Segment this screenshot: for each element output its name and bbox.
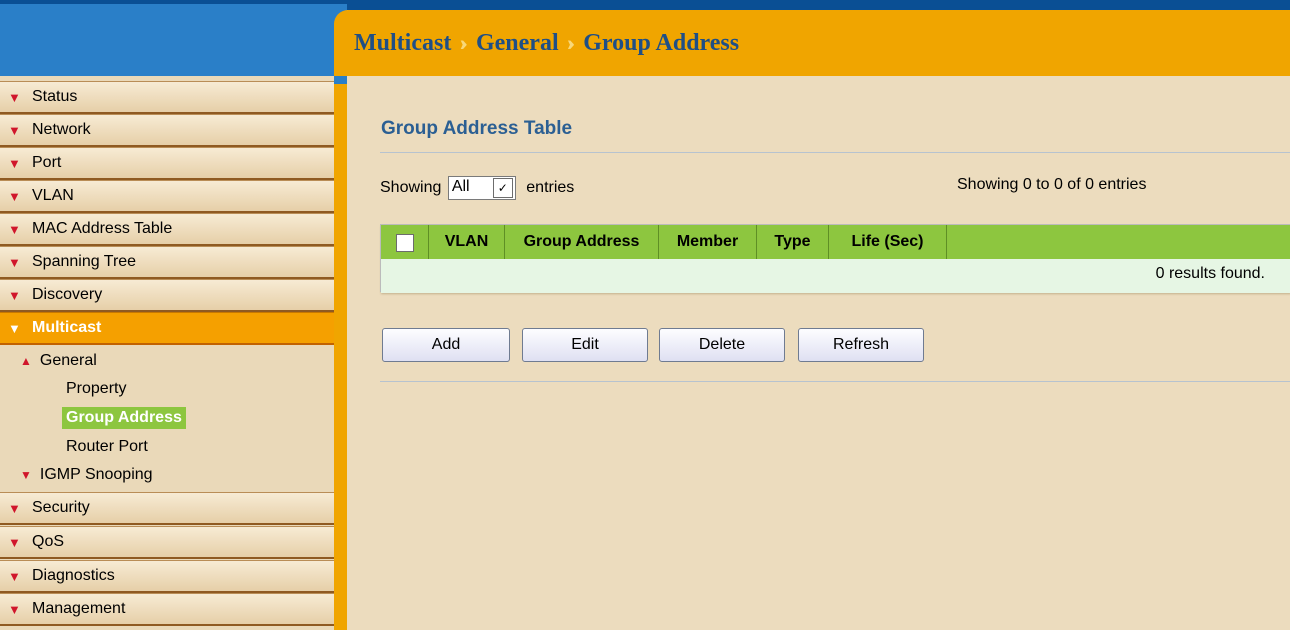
- column-header-member[interactable]: Member: [659, 225, 757, 259]
- sidebar-item-label: MAC Address Table: [32, 220, 173, 237]
- sidebar-item-label: Diagnostics: [32, 567, 115, 584]
- entries-select[interactable]: All ✓: [447, 176, 516, 200]
- group-address-table: VLAN Group Address Member Type Life (Sec…: [380, 224, 1290, 293]
- chevron-down-icon: ▼: [8, 156, 21, 171]
- chevron-down-icon: ▼: [8, 501, 21, 516]
- chevron-down-icon: ▼: [8, 569, 21, 584]
- sidebar-subitem-router-port[interactable]: Router Port: [66, 436, 148, 458]
- column-header-vlan[interactable]: VLAN: [429, 225, 505, 259]
- chevron-down-icon: ▼: [8, 255, 21, 270]
- chevron-down-icon: ▼: [20, 468, 32, 482]
- top-left-banner: [0, 0, 347, 84]
- breadcrumb: Multicast ›› General ›› Group Address: [354, 30, 739, 57]
- breadcrumb-separator-icon: ››: [566, 30, 575, 55]
- sidebar-subitem-igmp-snooping[interactable]: ▼ IGMP Snooping: [20, 464, 153, 486]
- sidebar-item-management[interactable]: ▼ Management: [0, 593, 334, 626]
- table-header-select: [381, 225, 429, 259]
- column-header-life[interactable]: Life (Sec): [829, 225, 947, 259]
- sidebar-item-multicast[interactable]: ▼ Multicast: [0, 312, 334, 345]
- showing-prefix: Showing: [380, 179, 442, 197]
- chevron-up-icon: ▲: [20, 354, 32, 368]
- content-divider: [380, 381, 1290, 382]
- showing-summary: Showing 0 to 0 of 0 entries: [957, 176, 1147, 193]
- sidebar-item-spanning-tree[interactable]: ▼ Spanning Tree: [0, 246, 334, 279]
- table-body: 0 results found.: [381, 259, 1290, 293]
- sidebar-item-label: QoS: [32, 533, 65, 550]
- sidebar-item-status[interactable]: ▼ Status: [0, 81, 334, 114]
- chevron-down-icon: ▼: [8, 189, 21, 204]
- sidebar-item-mac-address-table[interactable]: ▼ MAC Address Table: [0, 213, 334, 246]
- sidebar-item-label: Port: [32, 154, 62, 171]
- sidebar-item-label: Multicast: [32, 319, 102, 336]
- edit-button[interactable]: Edit: [522, 328, 648, 362]
- chevron-down-icon: ▼: [8, 602, 21, 617]
- sidebar-item-label: VLAN: [32, 187, 74, 204]
- sidebar-divider: [334, 84, 347, 630]
- chevron-down-icon: ▼: [8, 535, 21, 550]
- delete-button[interactable]: Delete: [659, 328, 785, 362]
- chevron-down-icon: ▼: [8, 288, 21, 303]
- breadcrumb-item-multicast: Multicast: [354, 30, 452, 56]
- sidebar-item-qos[interactable]: ▼ QoS: [0, 526, 334, 559]
- sidebar-item-label: Network: [32, 121, 91, 138]
- column-header-group-address[interactable]: Group Address: [505, 225, 659, 259]
- sidebar-subitem-group-address[interactable]: Group Address: [62, 407, 186, 429]
- main-content: Group Address Table Showing All ✓ entries…: [347, 76, 1290, 630]
- sidebar-item-label: Status: [32, 88, 78, 105]
- chevron-down-icon: ▼: [8, 90, 21, 105]
- sidebar-item-label: Spanning Tree: [32, 253, 137, 270]
- sidebar-item-discovery[interactable]: ▼ Discovery: [0, 279, 334, 312]
- chevron-down-icon: ▼: [8, 321, 21, 336]
- sidebar: ▼ Status ▼ Network ▼ Port ▼ VLAN ▼ MAC Addres…: [0, 76, 334, 630]
- breadcrumb-item-general: General: [475, 30, 559, 56]
- sidebar-subitem-property[interactable]: Property: [66, 378, 126, 400]
- sidebar-subitem-general[interactable]: ▲ General: [20, 350, 97, 372]
- page-title: Group Address Table: [381, 118, 573, 139]
- header-top-strip: [347, 0, 1290, 10]
- breadcrumb-item-group-address: Group Address: [583, 30, 740, 56]
- breadcrumb-separator-icon: ››: [459, 30, 467, 55]
- page-header: Multicast ›› General ›› Group Address: [334, 10, 1290, 76]
- sidebar-item-label: Security: [32, 499, 90, 516]
- refresh-button[interactable]: Refresh: [798, 328, 924, 362]
- showing-suffix: entries: [526, 179, 575, 197]
- empty-table-message: 0 results found.: [1155, 265, 1265, 282]
- chevron-down-icon: ✓: [492, 178, 513, 198]
- sidebar-item-label: Discovery: [32, 286, 103, 303]
- sidebar-item-label: Management: [32, 600, 126, 617]
- entries-select-value: All: [451, 178, 470, 195]
- chevron-down-icon: ▼: [8, 123, 21, 138]
- chevron-down-icon: ▼: [8, 222, 21, 237]
- select-all-checkbox[interactable]: [396, 234, 414, 252]
- sidebar-item-vlan[interactable]: ▼ VLAN: [0, 180, 334, 213]
- sidebar-item-network[interactable]: ▼ Network: [0, 114, 334, 147]
- table-header: VLAN Group Address Member Type Life (Sec…: [381, 225, 1290, 259]
- sidebar-item-port[interactable]: ▼ Port: [0, 147, 334, 180]
- title-divider: [380, 152, 1290, 153]
- add-button[interactable]: Add: [382, 328, 510, 362]
- column-header-type[interactable]: Type: [757, 225, 829, 259]
- sidebar-item-diagnostics[interactable]: ▼ Diagnostics: [0, 560, 334, 593]
- entries-control: Showing All ✓ entries: [380, 176, 574, 200]
- sidebar-item-security[interactable]: ▼ Security: [0, 492, 334, 525]
